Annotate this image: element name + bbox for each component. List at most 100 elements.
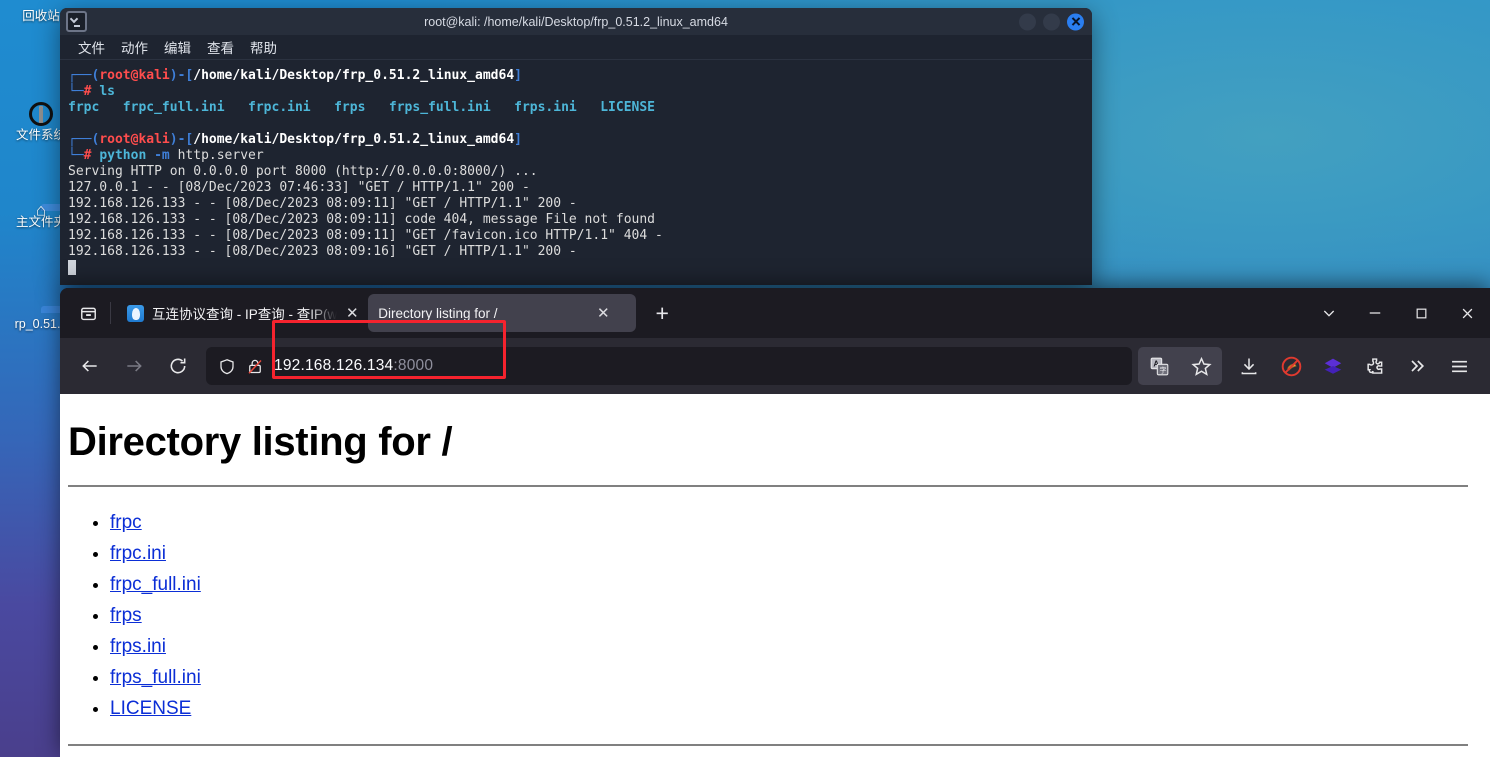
svg-text:字: 字: [1159, 365, 1166, 374]
file-link[interactable]: frps.ini: [110, 636, 166, 657]
terminal-log-line: 192.168.126.133 - - [08/Dec/2023 08:09:1…: [68, 244, 577, 259]
tabstrip-divider: [110, 302, 111, 324]
prompt-bracket-close: ]: [514, 68, 522, 83]
terminal-icon: [66, 11, 87, 32]
terminal-close-button[interactable]: [1067, 13, 1084, 30]
page-title: Directory listing for /: [68, 420, 1468, 465]
terminal-command-arg: http.server: [178, 148, 264, 163]
terminal-command-flag: -m: [154, 148, 170, 163]
browser-tab-1[interactable]: Directory listing for / ✕: [368, 294, 636, 332]
layers-extension-button[interactable]: [1314, 347, 1352, 385]
prompt-corner: ┌──(: [68, 68, 99, 83]
terminal-command-ls: ls: [99, 84, 115, 99]
extensions-button[interactable]: [1356, 347, 1394, 385]
hamburger-menu-icon: [1449, 356, 1470, 377]
new-tab-button[interactable]: +: [646, 302, 678, 325]
firefox-view-icon: [79, 304, 98, 323]
prompt-hash: #: [84, 148, 92, 163]
puzzle-piece-icon: [1365, 356, 1386, 377]
no-entry-icon: [1280, 355, 1303, 378]
url-port: :8000: [393, 357, 433, 374]
terminal-titlebar[interactable]: root@kali: /home/kali/Desktop/frp_0.51.2…: [60, 8, 1092, 35]
prompt-user: root: [99, 68, 130, 83]
browser-tabstrip: 互连协议查询 - IP查询 - 查IP(w ✕ Directory listin…: [60, 288, 1490, 338]
tab-list-chevron-down-icon[interactable]: [1306, 288, 1352, 338]
app-menu-button[interactable]: [1440, 347, 1478, 385]
terminal-maximize-button[interactable]: [1043, 13, 1060, 30]
menu-file[interactable]: 文件: [78, 37, 105, 57]
terminal-menubar: 文件 动作 编辑 查看 帮助: [60, 35, 1092, 60]
file-link[interactable]: frpc: [110, 512, 142, 533]
translate-bookmark-group: A 字: [1138, 347, 1222, 385]
prompt-user: root: [99, 132, 130, 147]
tab-close-icon[interactable]: ✕: [344, 306, 360, 321]
browser-window[interactable]: 互连协议查询 - IP查询 - 查IP(w ✕ Directory listin…: [60, 288, 1490, 757]
file-link[interactable]: frps_full.ini: [110, 667, 201, 688]
list-item: LICENSE: [110, 695, 1468, 722]
menu-edit[interactable]: 编辑: [164, 37, 191, 57]
downloads-button[interactable]: [1230, 347, 1268, 385]
overflow-menu-button[interactable]: [1398, 347, 1436, 385]
url-host: 192.168.126.134: [274, 357, 393, 374]
list-item: frpc: [110, 509, 1468, 536]
reload-button[interactable]: [159, 347, 197, 385]
url-identity-block: [206, 357, 274, 376]
prompt-path: /home/kali/Desktop/frp_0.51.2_linux_amd6…: [193, 132, 514, 147]
prompt-sep: )-[: [170, 68, 193, 83]
layers-icon: [1322, 355, 1344, 377]
prompt-corner2: └─: [68, 84, 84, 99]
star-icon: [1191, 356, 1212, 377]
terminal-command-name: python: [99, 148, 146, 163]
prompt-corner: ┌──(: [68, 132, 99, 147]
window-close-icon[interactable]: [1444, 288, 1490, 338]
page-divider-bottom: [68, 744, 1468, 746]
list-item: frps_full.ini: [110, 664, 1468, 691]
blocked-extension-button[interactable]: [1272, 347, 1310, 385]
terminal-log-line: 192.168.126.133 - - [08/Dec/2023 08:09:1…: [68, 212, 655, 227]
translate-icon: A 字: [1149, 356, 1170, 377]
browser-navbar: 192.168.126.134:8000 A 字: [60, 338, 1490, 394]
forward-button[interactable]: [115, 347, 153, 385]
menu-actions[interactable]: 动作: [121, 37, 148, 57]
prompt-sep: )-[: [170, 132, 193, 147]
arrow-left-icon: [80, 356, 100, 376]
shield-icon[interactable]: [218, 357, 236, 376]
prompt-hash: #: [84, 84, 92, 99]
bookmark-button[interactable]: [1182, 347, 1220, 385]
file-link[interactable]: frpc_full.ini: [110, 574, 201, 595]
prompt-corner2: └─: [68, 148, 84, 163]
browser-tab-0[interactable]: 互连协议查询 - IP查询 - 查IP(w ✕: [117, 294, 368, 332]
firefox-view-button[interactable]: [68, 296, 108, 330]
terminal-minimize-button[interactable]: [1019, 13, 1036, 30]
translate-button[interactable]: A 字: [1140, 347, 1178, 385]
tab-close-icon[interactable]: ✕: [595, 306, 611, 321]
terminal-title: root@kali: /home/kali/Desktop/frp_0.51.2…: [60, 15, 1092, 29]
terminal-log-line: 127.0.0.1 - - [08/Dec/2023 07:46:33] "GE…: [68, 180, 530, 195]
menu-help[interactable]: 帮助: [250, 37, 277, 57]
window-maximize-icon[interactable]: [1398, 288, 1444, 338]
terminal-output[interactable]: ┌──(root@kali)-[/home/kali/Desktop/frp_0…: [60, 60, 1092, 277]
tab-title: Directory listing for /: [378, 306, 588, 321]
terminal-ls-output: frpc frpc_full.ini frpc.ini frps frps_fu…: [68, 100, 655, 115]
download-icon: [1239, 356, 1259, 376]
list-item: frpc.ini: [110, 540, 1468, 567]
terminal-log-line: 192.168.126.133 - - [08/Dec/2023 08:09:1…: [68, 228, 663, 243]
url-text[interactable]: 192.168.126.134:8000: [274, 357, 433, 375]
file-link[interactable]: frps: [110, 605, 142, 626]
insecure-connection-indicator[interactable]: [246, 357, 264, 376]
url-bar[interactable]: 192.168.126.134:8000: [206, 347, 1132, 385]
terminal-cursor: [68, 260, 76, 275]
terminal-window-buttons: [1019, 13, 1084, 30]
page-divider-top: [68, 485, 1468, 487]
window-minimize-icon[interactable]: [1352, 288, 1398, 338]
file-link[interactable]: LICENSE: [110, 698, 191, 719]
terminal-log-line: 192.168.126.133 - - [08/Dec/2023 08:09:1…: [68, 196, 577, 211]
back-button[interactable]: [71, 347, 109, 385]
chevron-double-right-icon: [1407, 356, 1427, 376]
terminal-window[interactable]: root@kali: /home/kali/Desktop/frp_0.51.2…: [60, 8, 1092, 285]
menu-view[interactable]: 查看: [207, 37, 234, 57]
browser-window-controls: [1306, 288, 1490, 338]
list-item: frps.ini: [110, 633, 1468, 660]
file-link[interactable]: frpc.ini: [110, 543, 166, 564]
arrow-right-icon: [124, 356, 144, 376]
